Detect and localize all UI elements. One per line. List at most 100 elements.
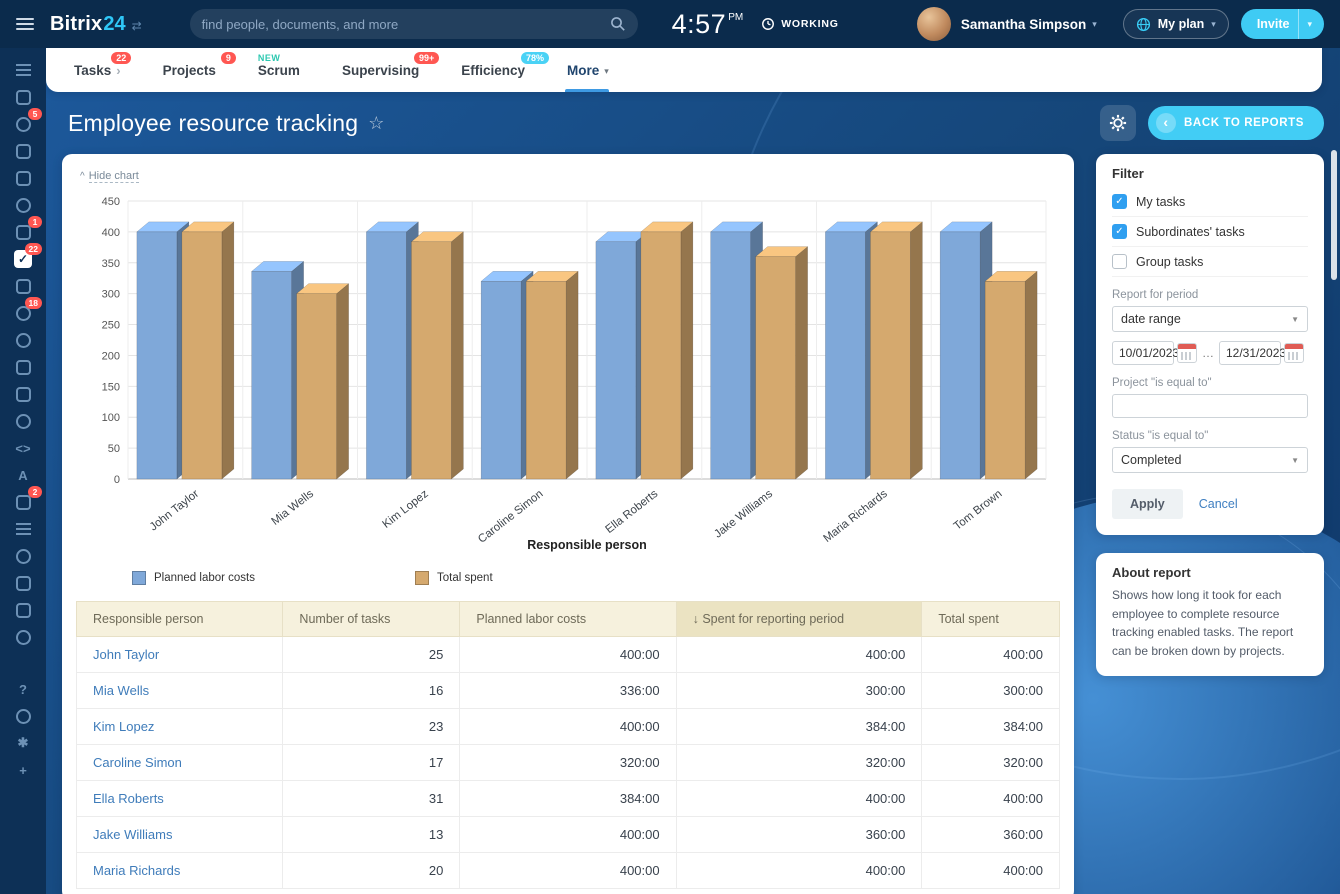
legend-item: Planned labor costs — [132, 571, 255, 585]
contacts-icon[interactable] — [10, 273, 36, 299]
messenger-icon[interactable]: 5 — [10, 111, 36, 137]
notification-badge: 1 — [28, 216, 42, 228]
cancel-link[interactable]: Cancel — [1199, 497, 1238, 511]
status-filter-label: Status "is equal to" — [1112, 430, 1308, 442]
user-menu[interactable]: Samantha Simpson ▾ — [961, 17, 1097, 32]
person-link[interactable]: Mia Wells — [77, 673, 283, 709]
live-feed-icon[interactable] — [10, 84, 36, 110]
tab-projects[interactable]: Projects9 — [163, 48, 216, 92]
calendar-icon[interactable] — [1284, 343, 1304, 363]
chevron-down-icon: ▾ — [1298, 9, 1312, 39]
automation-icon[interactable] — [10, 327, 36, 353]
apply-button[interactable]: Apply — [1112, 489, 1183, 519]
hide-chart-link[interactable]: ^ Hide chart — [80, 170, 139, 183]
back-to-reports-label: BACK TO REPORTS — [1184, 117, 1304, 129]
table-row: Ella Roberts31384:00400:00400:00 — [77, 781, 1060, 817]
project-input[interactable] — [1112, 394, 1308, 418]
topbar: Bitrix 24 ⇄ find people, documents, and … — [0, 0, 1340, 48]
logo[interactable]: Bitrix 24 ⇄ — [50, 13, 142, 36]
cell: 400:00 — [922, 781, 1060, 817]
tab-label: Efficiency78% — [461, 63, 525, 78]
pulse-icon[interactable] — [10, 57, 36, 83]
period-select[interactable]: date range ▼ — [1112, 306, 1308, 332]
bi-builder-icon[interactable] — [10, 381, 36, 407]
mail-icon[interactable] — [10, 354, 36, 380]
report-table: Responsible personNumber of tasksPlanned… — [76, 601, 1060, 889]
column-header[interactable]: Planned labor costs — [460, 602, 676, 637]
tab-tasks[interactable]: Tasks22› — [74, 48, 121, 92]
crm-icon[interactable]: 18 — [10, 300, 36, 326]
docs-icon[interactable] — [10, 165, 36, 191]
ai-icon[interactable]: A — [10, 462, 36, 488]
groups-icon[interactable] — [10, 192, 36, 218]
search-input[interactable]: find people, documents, and more — [190, 9, 638, 39]
settings-icon[interactable]: ✱ — [10, 730, 36, 756]
date-from-input[interactable]: 10/01/2023 — [1112, 341, 1174, 365]
column-header[interactable]: Number of tasks — [283, 602, 460, 637]
tab-supervising[interactable]: Supervising99+ — [342, 48, 419, 92]
workflows-icon[interactable] — [10, 516, 36, 542]
legend-swatch — [132, 571, 146, 585]
person-link[interactable]: Kim Lopez — [77, 709, 283, 745]
tab-scrum[interactable]: ScrumNEW — [258, 48, 300, 92]
checkbox-label: Group tasks — [1136, 255, 1203, 269]
store-icon[interactable] — [10, 570, 36, 596]
avatar[interactable] — [917, 7, 951, 41]
developer-icon[interactable]: <> — [10, 435, 36, 461]
drive-icon[interactable] — [10, 138, 36, 164]
quality-icon[interactable] — [10, 624, 36, 650]
calendar-icon[interactable] — [1177, 343, 1197, 363]
status-label: WORKING — [781, 18, 839, 30]
table-header-row: Responsible personNumber of tasksPlanned… — [77, 602, 1060, 637]
cell: 23 — [283, 709, 460, 745]
cell: 300:00 — [922, 673, 1060, 709]
person-link[interactable]: John Taylor — [77, 637, 283, 673]
calendar-icon[interactable]: 1 — [10, 219, 36, 245]
checkbox-group-tasks[interactable]: Group tasks — [1112, 247, 1308, 277]
date-to-input[interactable]: 12/31/2023 — [1219, 341, 1281, 365]
my-plan-button[interactable]: My plan ▾ — [1123, 9, 1229, 39]
scrollbar-thumb[interactable] — [1331, 150, 1337, 280]
chevron-right-icon: › — [116, 63, 120, 78]
table-row: Maria Richards20400:00400:00400:00 — [77, 853, 1060, 889]
checkbox-subordinates-tasks[interactable]: ✓Subordinates' tasks — [1112, 217, 1308, 247]
person-link[interactable]: Jake Williams — [77, 817, 283, 853]
svg-text:200: 200 — [102, 350, 120, 362]
report-settings-button[interactable] — [1100, 105, 1136, 141]
invite-button[interactable]: Invite ▾ — [1241, 9, 1324, 39]
report-period-label: Report for period — [1112, 289, 1308, 301]
tab-more[interactable]: More▾ — [567, 48, 609, 92]
share-icon[interactable] — [10, 703, 36, 729]
column-header[interactable]: Total spent — [922, 602, 1060, 637]
marketing-icon[interactable] — [10, 408, 36, 434]
status-select[interactable]: Completed ▼ — [1112, 447, 1308, 473]
favorite-star-icon[interactable]: ☆ — [368, 113, 384, 134]
clock-widget[interactable]: 4:57PM — [672, 9, 744, 39]
sign-icon[interactable] — [10, 597, 36, 623]
ecommerce-icon[interactable] — [10, 543, 36, 569]
tasks-icon[interactable]: ✓22 — [10, 246, 36, 272]
svg-text:0: 0 — [114, 474, 120, 486]
checkbox-my-tasks[interactable]: ✓My tasks — [1112, 187, 1308, 217]
user-name: Samantha Simpson — [961, 17, 1086, 32]
cell: 360:00 — [676, 817, 922, 853]
back-to-reports-button[interactable]: ‹ BACK TO REPORTS — [1148, 106, 1324, 140]
menu-icon[interactable] — [16, 18, 34, 30]
person-link[interactable]: Ella Roberts — [77, 781, 283, 817]
about-report-title: About report — [1112, 565, 1308, 580]
column-header[interactable]: Responsible person — [77, 602, 283, 637]
work-status[interactable]: WORKING — [761, 17, 839, 31]
help-icon[interactable]: ? — [10, 676, 36, 702]
column-header[interactable]: ↓ Spent for reporting period — [676, 602, 922, 637]
notification-badge: 2 — [28, 486, 42, 498]
cell: 384:00 — [460, 781, 676, 817]
search-placeholder: find people, documents, and more — [202, 17, 610, 32]
tab-efficiency[interactable]: Efficiency78% — [461, 48, 525, 92]
legend-item: Total spent — [415, 571, 493, 585]
add-icon[interactable]: + — [10, 757, 36, 783]
inventory-icon[interactable]: 2 — [10, 489, 36, 515]
globe-icon — [1136, 17, 1151, 32]
person-link[interactable]: Maria Richards — [77, 853, 283, 889]
person-link[interactable]: Caroline Simon — [77, 745, 283, 781]
logo-brand: Bitrix — [50, 13, 102, 36]
